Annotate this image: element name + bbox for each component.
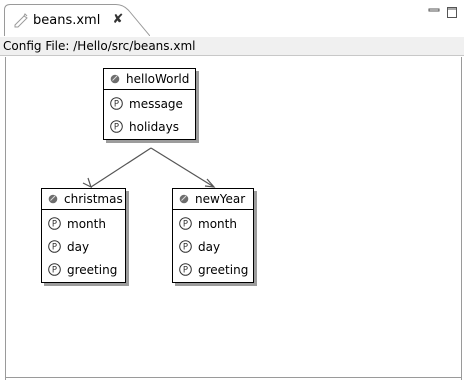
bean-title: helloWorld: [126, 72, 190, 86]
bean-newyear[interactable]: newYear P month P day P greeting: [172, 188, 254, 283]
tab-beans-xml[interactable]: beans.xml ✘: [4, 4, 150, 36]
property-label: holidays: [129, 119, 179, 134]
bean-property[interactable]: P day: [173, 235, 253, 258]
bean-title: christmas: [64, 192, 123, 206]
svg-text:P: P: [183, 220, 188, 230]
bean-header: newYear: [173, 189, 253, 210]
property-label: day: [67, 239, 90, 254]
property-icon: P: [179, 240, 192, 253]
property-icon: P: [179, 263, 192, 276]
config-file-path: Config File: /Hello/src/beans.xml: [0, 37, 464, 56]
close-icon[interactable]: ✘: [111, 13, 125, 27]
editor-tab-strip: beans.xml ✘: [0, 0, 464, 36]
svg-text:P: P: [114, 100, 119, 110]
bean-property[interactable]: P day: [42, 235, 125, 258]
bean-christmas[interactable]: christmas P month P day P greeting: [41, 188, 126, 283]
svg-text:P: P: [183, 243, 188, 253]
bean-header: helloWorld: [104, 69, 195, 90]
property-label: day: [198, 239, 221, 254]
property-icon: P: [48, 217, 61, 230]
svg-text:P: P: [183, 266, 188, 276]
bean-header: christmas: [42, 189, 125, 210]
bean-property[interactable]: P greeting: [173, 258, 253, 281]
property-label: month: [198, 216, 237, 231]
bean-icon: [179, 194, 189, 204]
bean-property[interactable]: P greeting: [42, 258, 125, 281]
file-icon: [14, 13, 28, 28]
svg-text:P: P: [114, 123, 119, 133]
canvas-border-bottom: [5, 377, 462, 378]
bean-property[interactable]: P month: [42, 212, 125, 235]
canvas-border-left: [5, 57, 6, 380]
property-icon: P: [179, 217, 192, 230]
property-label: message: [129, 96, 183, 111]
bean-title: newYear: [195, 192, 246, 206]
bean-icon: [48, 194, 58, 204]
bean-property[interactable]: P message: [104, 92, 195, 115]
bean-property[interactable]: P holidays: [104, 115, 195, 138]
canvas-border-right: [461, 57, 462, 380]
property-label: greeting: [67, 262, 118, 277]
minimize-icon[interactable]: [428, 6, 440, 18]
property-label: month: [67, 216, 106, 231]
svg-text:P: P: [52, 243, 57, 253]
property-icon: P: [48, 263, 61, 276]
bean-icon: [110, 74, 120, 84]
tab-label: beans.xml: [33, 13, 101, 28]
property-icon: P: [110, 97, 123, 110]
maximize-icon[interactable]: [446, 6, 458, 18]
property-icon: P: [110, 120, 123, 133]
property-label: greeting: [198, 262, 249, 277]
svg-text:P: P: [52, 220, 57, 230]
bean-helloworld[interactable]: helloWorld P message P holidays: [103, 68, 196, 140]
bean-property[interactable]: P month: [173, 212, 253, 235]
property-icon: P: [48, 240, 61, 253]
svg-text:P: P: [52, 266, 57, 276]
